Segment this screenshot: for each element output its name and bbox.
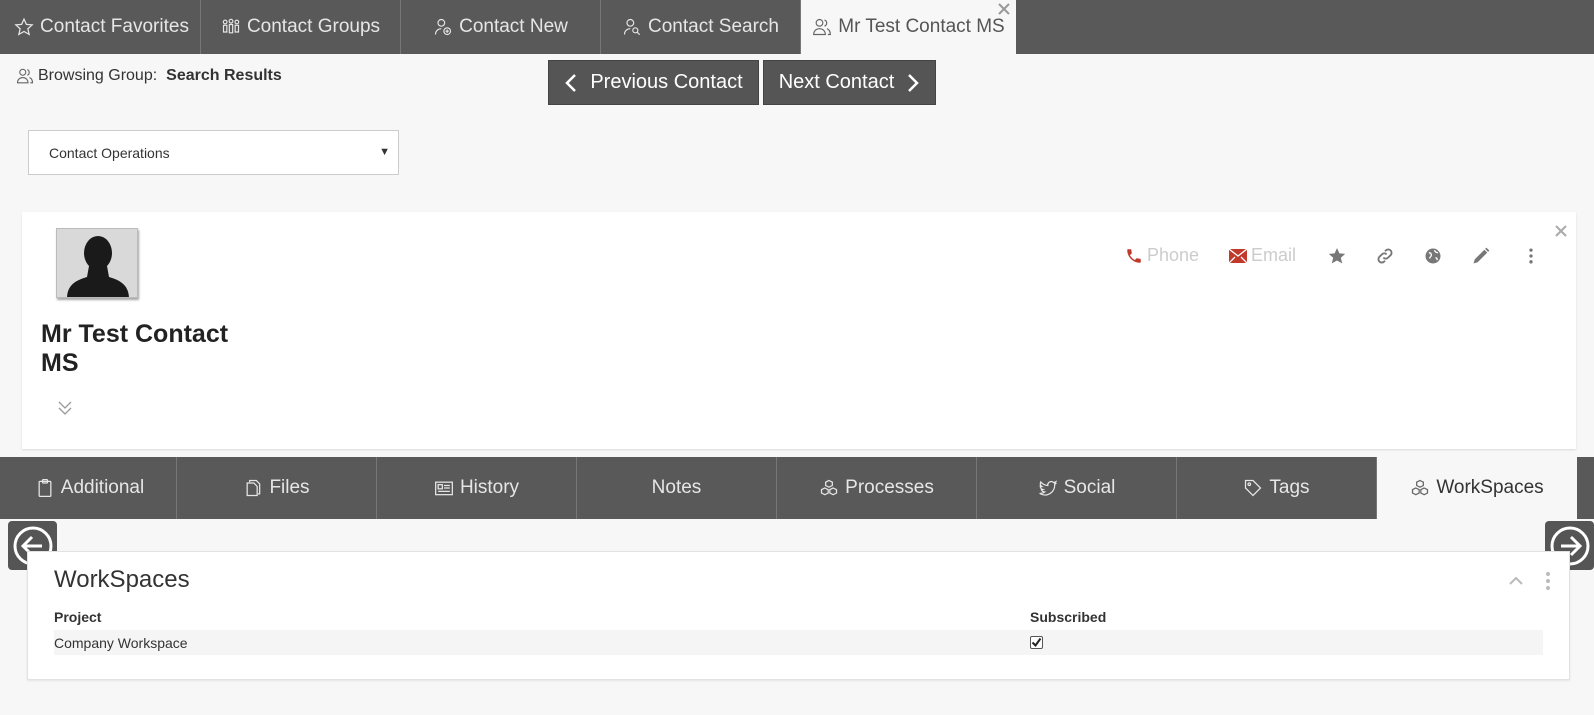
tab-history[interactable]: History [377, 457, 577, 519]
tab-contact-search[interactable]: Contact Search [601, 0, 801, 54]
person-silhouette-icon [57, 229, 137, 297]
email-label: Email [1251, 245, 1297, 265]
tab-contact-favorites[interactable]: Contact Favorites [3, 0, 201, 54]
browsing-prefix: Browsing Group: [38, 67, 158, 84]
processes-icon [821, 479, 838, 496]
close-tab-icon[interactable] [996, 1, 1012, 17]
group-icon [222, 18, 240, 34]
tab-label: Additional [60, 477, 145, 498]
users-icon [16, 68, 34, 84]
expand-details-icon[interactable] [55, 398, 75, 418]
tab-label: History [459, 477, 520, 498]
tab-label: Mr Test Contact MS [838, 16, 1005, 37]
workspaces-icon [1412, 479, 1429, 496]
tab-label: Contact New [459, 16, 568, 37]
previous-contact-label: Previous Contact [590, 71, 743, 93]
tab-contact-new[interactable]: Contact New [401, 0, 601, 54]
tab-workspaces[interactable]: WorkSpaces [1377, 457, 1577, 519]
contact-name: Mr Test Contact MS [41, 320, 229, 377]
tab-label: Contact Favorites [40, 16, 189, 37]
history-icon [434, 481, 453, 496]
table-row: Company Workspace [54, 630, 1543, 655]
contact-card: Mr Test Contact MS Phone Email [22, 212, 1576, 449]
project-cell: Company Workspace [54, 635, 188, 651]
phone-icon [1127, 248, 1141, 263]
contact-operations-select[interactable]: Contact Operations ▼ [28, 130, 399, 175]
user-add-icon [435, 18, 452, 36]
panel-menu-icon[interactable] [1544, 571, 1552, 591]
phone-action[interactable]: Phone [1125, 245, 1199, 266]
twitter-icon [1038, 480, 1057, 496]
tab-label: WorkSpaces [1436, 477, 1544, 498]
email-icon [1229, 248, 1247, 263]
section-tab-bar: Additional Files History Notes Processes… [0, 457, 1594, 519]
tab-tags[interactable]: Tags [1177, 457, 1377, 519]
clipboard-icon [38, 479, 52, 497]
email-action[interactable]: Email [1229, 245, 1296, 266]
tab-label: Notes [651, 477, 702, 498]
user-search-icon [623, 18, 641, 36]
chevron-left-icon [565, 73, 577, 92]
tab-label: Contact Search [648, 16, 779, 37]
avatar [56, 228, 138, 298]
subscribed-checkbox[interactable] [1030, 636, 1043, 649]
link-icon[interactable] [1375, 246, 1395, 266]
file-icon [246, 479, 261, 497]
favorite-star-icon[interactable] [1327, 246, 1347, 266]
tab-contact-groups[interactable]: Contact Groups [201, 0, 401, 54]
tab-files[interactable]: Files [177, 457, 377, 519]
dropdown-arrow-icon: ▼ [379, 146, 390, 158]
star-icon [14, 17, 34, 36]
phone-label: Phone [1147, 245, 1200, 265]
tab-label: Contact Groups [246, 16, 381, 37]
select-value: Contact Operations [49, 144, 170, 161]
chevron-right-icon [908, 73, 920, 92]
tab-notes[interactable]: Notes [577, 457, 777, 519]
close-card-icon[interactable] [1554, 224, 1568, 238]
chevron-up-icon[interactable] [1508, 574, 1524, 588]
users-icon [813, 18, 832, 36]
tab-label: Tags [1269, 477, 1310, 498]
next-contact-button[interactable]: Next Contact [763, 60, 936, 105]
globe-icon[interactable] [1423, 246, 1443, 266]
edit-pencil-icon[interactable] [1471, 246, 1491, 266]
tab-social[interactable]: Social [977, 457, 1177, 519]
workspaces-panel: WorkSpaces Project Subscribed Company Wo… [27, 551, 1570, 680]
tab-current-contact[interactable]: Mr Test Contact MS [801, 0, 1016, 54]
panel-title: WorkSpaces [54, 566, 190, 593]
more-menu-icon[interactable] [1521, 246, 1541, 266]
next-contact-label: Next Contact [778, 71, 895, 93]
tab-processes[interactable]: Processes [777, 457, 977, 519]
column-header-subscribed: Subscribed [1030, 609, 1107, 625]
tab-label: Social [1063, 477, 1116, 498]
top-tab-bar: Contact Favorites Contact Groups Contact… [0, 0, 1594, 54]
tab-label: Processes [845, 477, 934, 498]
previous-contact-button[interactable]: Previous Contact [548, 60, 759, 105]
browsing-group: Browsing Group: Search Results [16, 67, 282, 85]
tab-label: Files [269, 477, 310, 498]
tag-icon [1245, 479, 1262, 497]
browsing-group-name: Search Results [166, 67, 282, 84]
checkmark-icon [1031, 637, 1042, 648]
column-header-project: Project [54, 609, 102, 625]
tab-additional[interactable]: Additional [3, 457, 177, 519]
